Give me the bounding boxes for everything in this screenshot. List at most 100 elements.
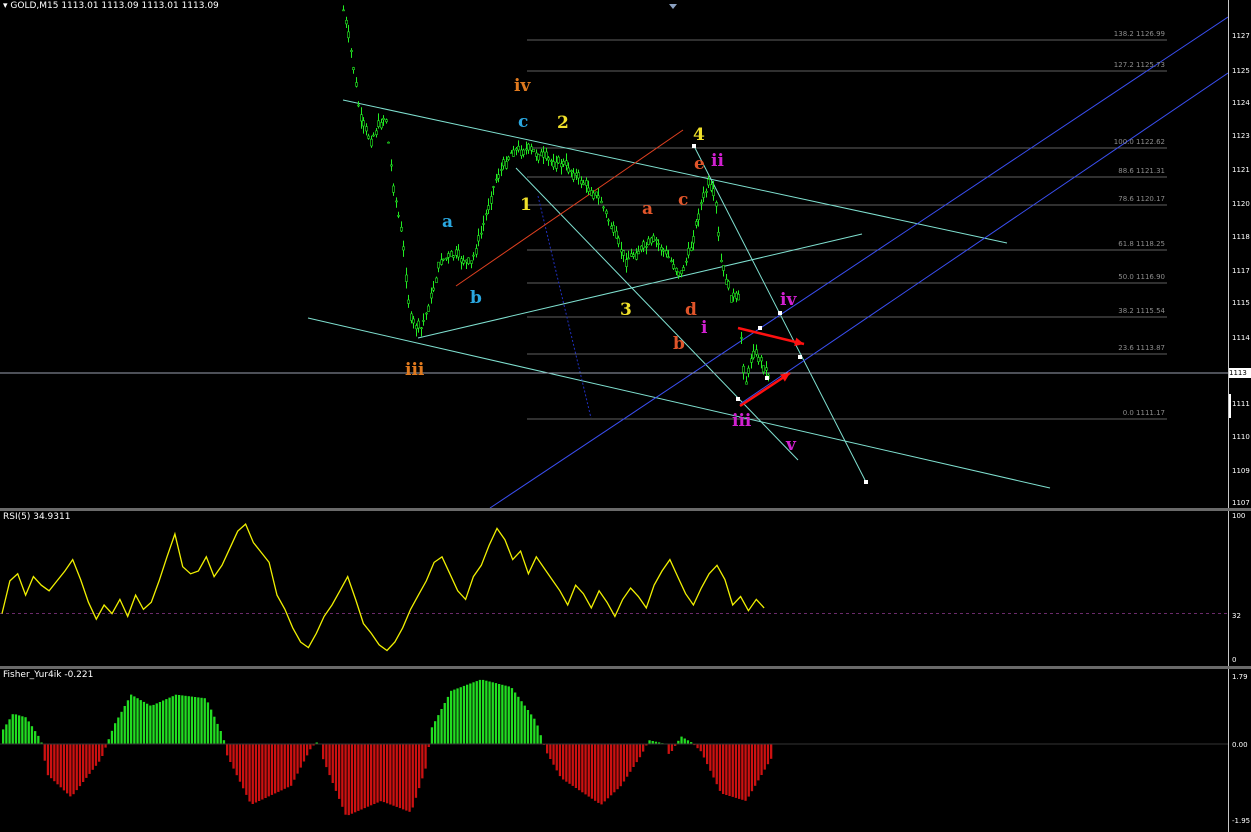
fisher-histogram-bar — [683, 738, 686, 744]
fisher-histogram-bar — [578, 744, 581, 791]
elliott-wave-label[interactable]: iv — [514, 78, 530, 95]
fib-level-label: 38.2 1115.54 — [1118, 307, 1165, 315]
candle-body — [485, 213, 488, 216]
fisher-histogram-bar — [718, 744, 722, 791]
object-anchor-handle — [798, 355, 802, 359]
fisher-histogram-bar — [238, 744, 242, 782]
object-anchor-handle — [864, 480, 868, 484]
candle-body — [352, 67, 355, 71]
candle-body — [642, 241, 645, 249]
candle-body — [700, 202, 703, 205]
elliott-wave-label[interactable]: 3 — [620, 302, 632, 319]
candle-body — [552, 161, 555, 168]
candle-body — [677, 271, 680, 276]
fisher-histogram-bar — [526, 710, 530, 744]
fisher-histogram-bar — [149, 705, 152, 744]
fisher-histogram-bar — [606, 744, 610, 799]
candle-body — [627, 257, 630, 260]
fisher-histogram-bar — [722, 744, 725, 794]
price-chart-canvas[interactable] — [0, 0, 1228, 508]
candle-body — [475, 248, 478, 255]
fisher-histogram-bar — [558, 744, 562, 777]
shift-marker-icon[interactable] — [669, 4, 677, 9]
fisher-histogram-bar — [338, 744, 341, 799]
candle-body — [662, 249, 665, 252]
elliott-wave-label[interactable]: c — [678, 192, 688, 209]
candle-body — [412, 318, 415, 324]
elliott-wave-label[interactable]: a — [442, 214, 453, 231]
elliott-wave-label[interactable]: i — [701, 320, 707, 337]
fisher-histogram-bar — [421, 744, 424, 779]
elliott-wave-label[interactable]: c — [518, 114, 528, 131]
candle-body — [482, 223, 485, 225]
fisher-histogram-bar — [546, 744, 549, 754]
fisher-axis[interactable] — [1228, 669, 1251, 832]
fisher-histogram-bar — [187, 696, 190, 744]
fisher-histogram-bar — [488, 681, 491, 744]
elliott-wave-label[interactable]: 2 — [557, 115, 569, 132]
elliott-wave-label[interactable]: iii — [405, 362, 424, 379]
elliott-wave-label[interactable]: ii — [711, 153, 724, 170]
fisher-histogram-bar — [174, 694, 178, 744]
elliott-wave-label[interactable]: a — [642, 201, 653, 218]
fisher-histogram-bar — [706, 744, 709, 765]
candle-body — [747, 367, 750, 374]
candle-body — [442, 258, 445, 261]
scroll-marker — [1229, 394, 1231, 418]
fisher-histogram-bar — [222, 740, 226, 744]
candle-body — [357, 104, 360, 107]
candle-body — [470, 260, 473, 264]
rsi-axis-level: 32 — [1232, 612, 1241, 620]
candle-body — [380, 122, 383, 129]
elliott-wave-label[interactable]: 4 — [693, 127, 705, 144]
fisher-histogram-bar — [565, 744, 568, 782]
elliott-wave-label[interactable]: e — [694, 156, 705, 173]
fisher-histogram-bar — [306, 744, 309, 756]
fisher-histogram-bar — [536, 725, 539, 744]
candle-body — [602, 206, 605, 209]
fisher-histogram-bar — [280, 744, 283, 791]
fisher-histogram-bar — [123, 706, 126, 744]
fisher-histogram-bar — [2, 729, 5, 744]
fisher-histogram-bar — [56, 744, 59, 785]
fisher-histogram-bar — [155, 703, 158, 744]
fisher-pane[interactable]: Fisher_Yur4ik -0.221 — [0, 669, 1228, 832]
elliott-wave-label[interactable]: v — [786, 437, 796, 454]
candle-body — [435, 277, 438, 283]
fisher-axis-zero: 0.00 — [1232, 741, 1248, 749]
fisher-histogram-bar — [331, 744, 334, 783]
elliott-wave-label[interactable]: iv — [780, 292, 796, 309]
price-chart-pane[interactable]: ▾ GOLD,M15 1113.01 1113.09 1113.01 1113.… — [0, 0, 1228, 508]
rsi-pane[interactable]: RSI(5) 34.9311 — [0, 511, 1228, 666]
elliott-wave-label[interactable]: 1 — [520, 197, 532, 214]
fisher-histogram-bar — [498, 684, 501, 744]
candle-body — [670, 260, 673, 262]
fisher-histogram-bar — [181, 695, 184, 744]
candle-body — [612, 225, 615, 233]
fisher-histogram-bar — [581, 744, 584, 793]
fisher-histogram-bar — [293, 744, 296, 780]
fisher-histogram-bar — [277, 744, 280, 792]
rsi-axis[interactable] — [1228, 511, 1251, 666]
elliott-wave-label[interactable]: b — [673, 336, 685, 353]
fisher-histogram-bar — [731, 744, 734, 797]
candle-body — [615, 230, 618, 239]
fisher-histogram-bar — [363, 744, 366, 809]
rsi-label: RSI(5) 34.9311 — [3, 512, 71, 522]
elliott-wave-label[interactable]: b — [470, 290, 482, 307]
candle-body — [607, 219, 610, 222]
fisher-canvas — [0, 679, 1228, 816]
candle-body — [505, 161, 508, 169]
candle-body — [592, 192, 595, 199]
fisher-histogram-bar — [328, 744, 331, 776]
candle-body — [385, 119, 388, 123]
elliott-wave-label[interactable]: iii — [732, 413, 751, 430]
fisher-histogram-bar — [78, 744, 82, 787]
candle-body — [507, 156, 510, 160]
fisher-histogram-bar — [632, 744, 635, 767]
elliott-wave-label[interactable]: d — [685, 302, 697, 319]
candle-body — [392, 185, 395, 193]
candle-body — [570, 170, 573, 172]
fib-level-label: 88.6 1121.31 — [1118, 167, 1165, 175]
price-axis[interactable] — [1228, 0, 1251, 508]
